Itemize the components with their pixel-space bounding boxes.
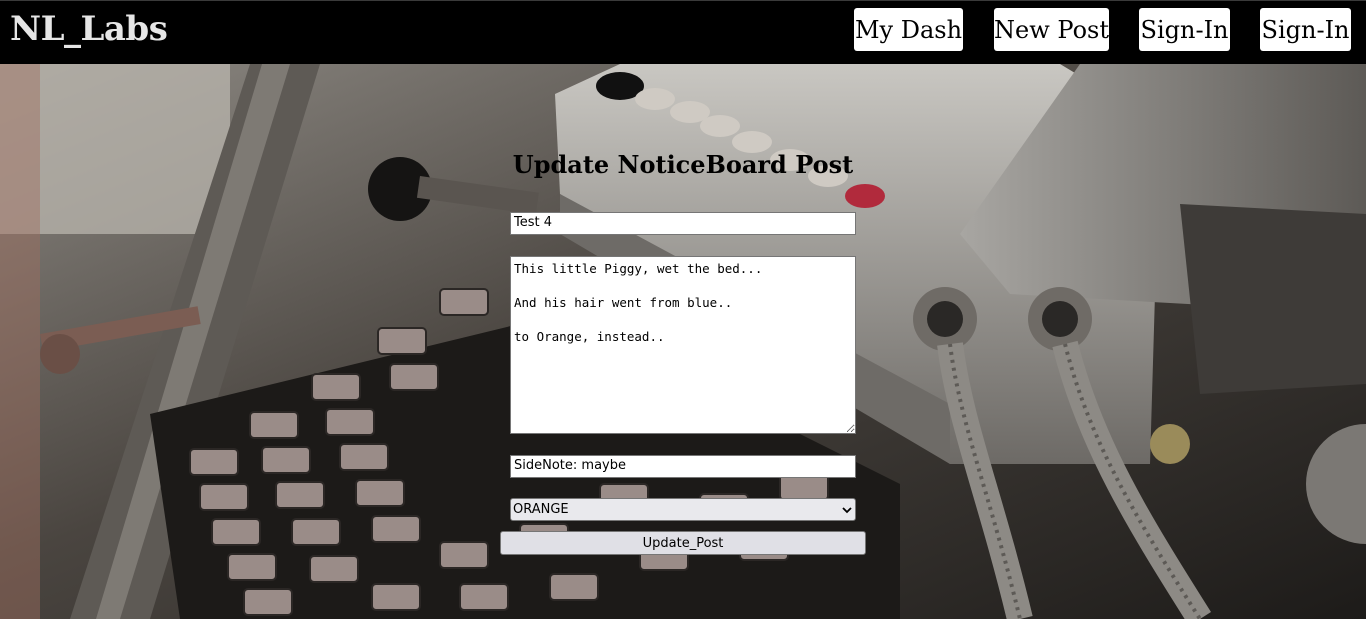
sidenote-input[interactable]: SideNote: maybe — [510, 455, 856, 478]
nav-sign-in-button[interactable]: Sign-In — [1139, 8, 1230, 51]
nav-new-post-button[interactable]: New Post — [994, 8, 1109, 51]
update-post-button[interactable]: Update_Post — [500, 531, 866, 555]
chevron-down-icon — [842, 506, 852, 513]
brand-logo[interactable]: NL_Labs — [10, 9, 168, 49]
post-body-textarea[interactable]: This little Piggy, wet the bed... And hi… — [510, 256, 856, 434]
color-select[interactable]: ORANGE — [510, 498, 856, 521]
nav-sign-in-button-2[interactable]: Sign-In — [1260, 8, 1351, 51]
nav-my-dash-button[interactable]: My Dash — [854, 8, 963, 51]
post-title-input[interactable]: Test 4 — [510, 212, 856, 235]
top-navbar: NL_Labs My Dash New Post Sign-In Sign-In — [0, 0, 1366, 64]
color-select-value: ORANGE — [513, 502, 569, 517]
form-heading: Update NoticeBoard Post — [512, 150, 854, 179]
